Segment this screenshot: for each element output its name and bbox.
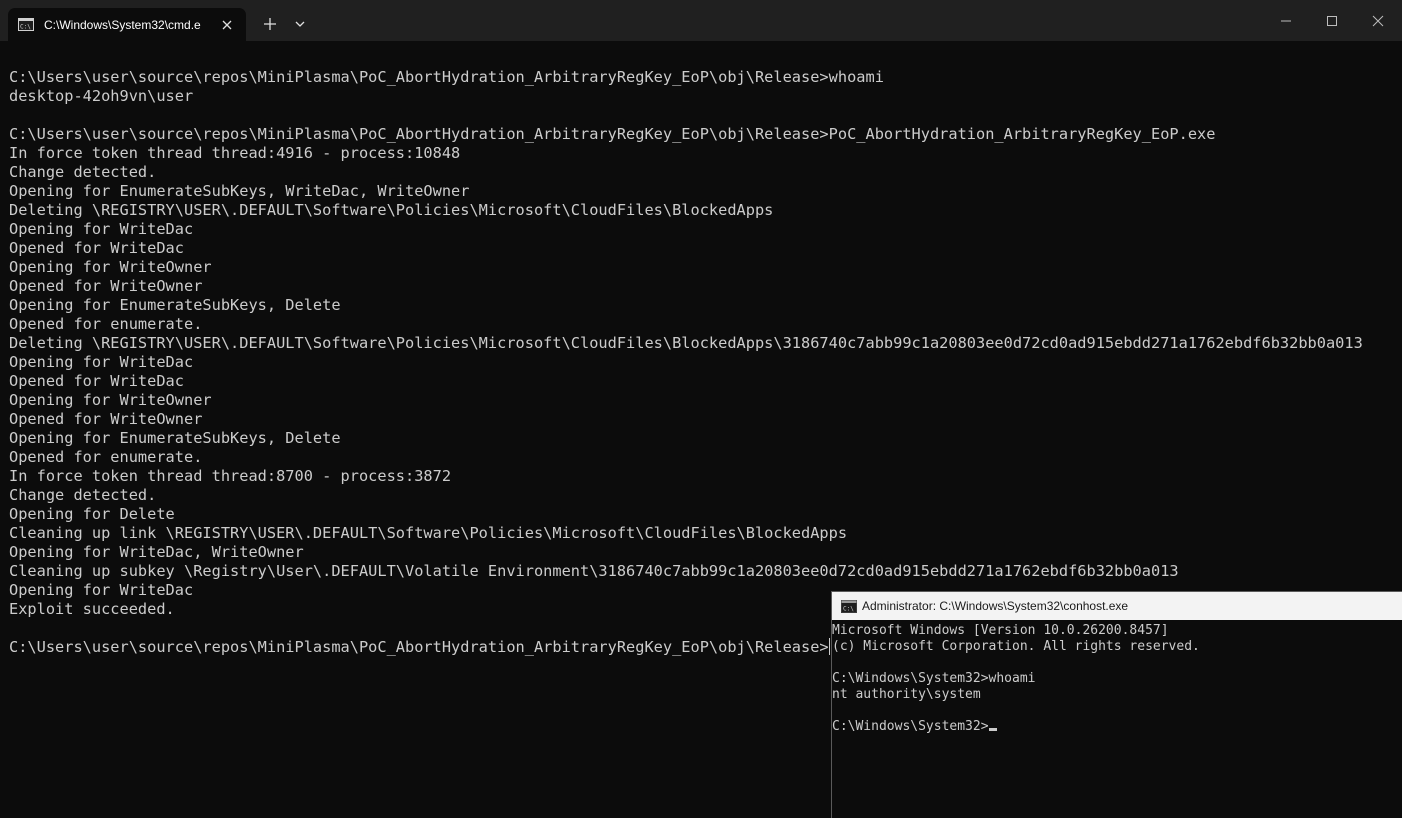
close-icon[interactable] xyxy=(218,16,236,34)
terminal-line: C:\Users\user\source\repos\MiniPlasma\Po… xyxy=(9,68,884,86)
text-cursor xyxy=(828,638,830,655)
terminal-line: Cleaning up subkey \Registry\User\.DEFAU… xyxy=(9,562,1179,580)
conhost-line: C:\Windows\System32>whoami xyxy=(832,671,1036,686)
conhost-title: Administrator: C:\Windows\System32\conho… xyxy=(862,599,1129,613)
terminal-line: Opened for WriteDac xyxy=(9,239,184,257)
terminal-line: Deleting \REGISTRY\USER\.DEFAULT\Softwar… xyxy=(9,201,774,219)
terminal-line: Deleting \REGISTRY\USER\.DEFAULT\Softwar… xyxy=(9,334,1363,352)
terminal-titlebar[interactable]: C:\ C:\Windows\System32\cmd.e xyxy=(0,0,1402,41)
terminal-line: C:\Users\user\source\repos\MiniPlasma\Po… xyxy=(9,125,1216,143)
terminal-line: desktop-42oh9vn\user xyxy=(9,87,194,105)
conhost-titlebar[interactable]: C:\ Administrator: C:\Windows\System32\c… xyxy=(832,592,1402,620)
conhost-prompt-line[interactable]: C:\Windows\System32> xyxy=(832,719,1400,735)
window-close-icon[interactable] xyxy=(1360,8,1396,34)
terminal-line: Change detected. xyxy=(9,163,157,181)
terminal-line: Opening for EnumerateSubKeys, Delete xyxy=(9,429,341,447)
conhost-line xyxy=(832,655,1400,671)
terminal-line: In force token thread thread:8700 - proc… xyxy=(9,467,452,485)
terminal-line: Opening for WriteDac, WriteOwner xyxy=(9,543,304,561)
tab-cmd[interactable]: C:\ C:\Windows\System32\cmd.e xyxy=(8,8,246,41)
terminal-line: Opening for WriteOwner xyxy=(9,258,212,276)
conhost-line: Microsoft Windows [Version 10.0.26200.84… xyxy=(832,623,1169,638)
conhost-line: (c) Microsoft Corporation. All rights re… xyxy=(832,639,1200,654)
tab-title: C:\Windows\System32\cmd.e xyxy=(44,18,201,32)
text-cursor xyxy=(988,728,997,731)
conhost-line xyxy=(832,703,1400,719)
conhost-output[interactable]: Microsoft Windows [Version 10.0.26200.84… xyxy=(832,623,1400,735)
terminal-prompt: C:\Users\user\source\repos\MiniPlasma\Po… xyxy=(9,638,829,656)
terminal-line: Opening for Delete xyxy=(9,505,175,523)
cmd-icon: C:\ xyxy=(18,18,34,31)
chevron-down-icon[interactable] xyxy=(288,12,312,36)
terminal-line: Opening for EnumerateSubKeys, Delete xyxy=(9,296,341,314)
terminal-line: Cleaning up link \REGISTRY\USER\.DEFAULT… xyxy=(9,524,848,542)
terminal-line: Opened for WriteOwner xyxy=(9,410,203,428)
terminal-line: Change detected. xyxy=(9,486,157,504)
maximize-icon[interactable] xyxy=(1314,8,1350,34)
terminal-line: Opened for WriteOwner xyxy=(9,277,203,295)
plus-icon[interactable] xyxy=(258,12,282,36)
terminal-line: Opening for WriteDac xyxy=(9,353,194,371)
cmd-icon: C:\ xyxy=(841,600,857,613)
terminal-line: Opening for WriteOwner xyxy=(9,391,212,409)
terminal-line: Opening for WriteDac xyxy=(9,220,194,238)
terminal-line: Opening for EnumerateSubKeys, WriteDac, … xyxy=(9,182,470,200)
terminal-lines: C:\Users\user\source\repos\MiniPlasma\Po… xyxy=(9,68,1399,638)
terminal-line: Opened for enumerate. xyxy=(9,315,203,333)
conhost-prompt: C:\Windows\System32> xyxy=(832,719,989,734)
conhost-line: nt authority\system xyxy=(832,687,981,702)
terminal-line: Opened for WriteDac xyxy=(9,372,184,390)
conhost-lines: Microsoft Windows [Version 10.0.26200.84… xyxy=(832,623,1400,719)
svg-text:C:\: C:\ xyxy=(843,606,854,613)
svg-text:C:\: C:\ xyxy=(20,24,31,31)
terminal-line: In force token thread thread:4916 - proc… xyxy=(9,144,461,162)
minimize-icon[interactable] xyxy=(1268,8,1304,34)
conhost-window[interactable]: C:\ Administrator: C:\Windows\System32\c… xyxy=(831,591,1402,818)
terminal-line: Opened for enumerate. xyxy=(9,448,203,466)
